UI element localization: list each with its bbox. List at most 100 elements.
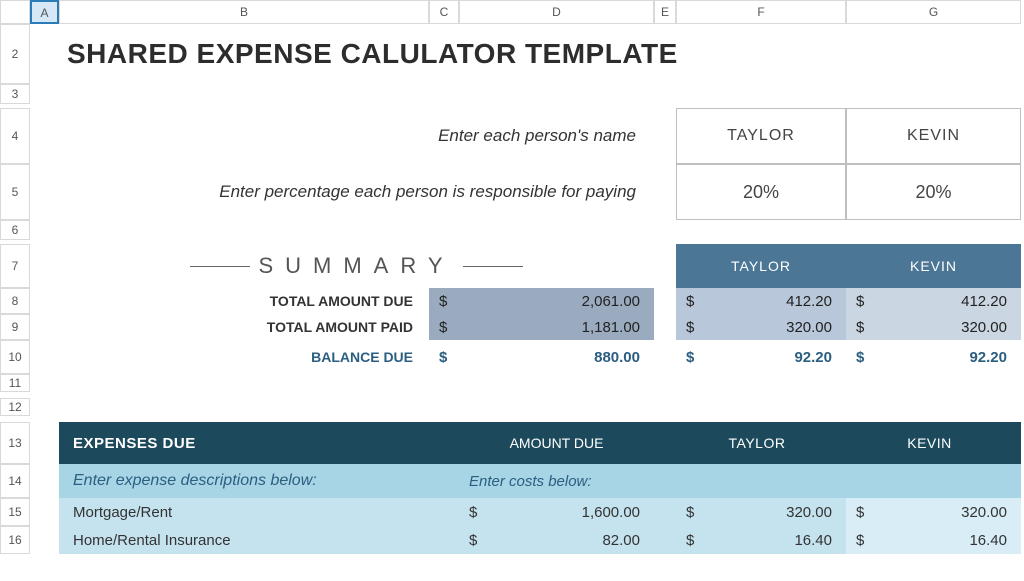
currency-symbol: $ — [469, 532, 477, 549]
expenses-col-person-1: KEVIN — [846, 422, 1021, 464]
expense-row-1-amount-value: 82.00 — [602, 532, 640, 549]
cell-E5[interactable] — [654, 164, 676, 220]
cell-A16[interactable] — [30, 526, 59, 554]
currency-symbol: $ — [856, 532, 864, 549]
cell-E14 — [654, 464, 676, 498]
summary-col-person-1: KEVIN — [846, 244, 1021, 288]
summary-col-person-0: TAYLOR — [676, 244, 846, 288]
cell-E9[interactable] — [654, 314, 676, 340]
row-header-7[interactable]: 7 — [0, 244, 30, 288]
currency-symbol: $ — [439, 319, 447, 336]
col-header-G[interactable]: G — [846, 0, 1021, 24]
col-header-C[interactable]: C — [429, 0, 459, 24]
cell-E7[interactable] — [654, 244, 676, 288]
amount-due-header: AMOUNT DUE — [459, 422, 654, 464]
instruction-percentages: Enter percentage each person is responsi… — [59, 164, 654, 220]
cell-A8[interactable] — [30, 288, 59, 314]
expense-row-0-desc[interactable]: Mortgage/Rent — [59, 498, 459, 526]
currency-symbol: $ — [469, 504, 477, 521]
spacer-row-3 — [30, 84, 1021, 104]
cell-G14[interactable] — [846, 464, 1021, 498]
cell-E4[interactable] — [654, 108, 676, 164]
instruction-names: Enter each person's name — [59, 108, 654, 164]
col-header-A[interactable]: A — [30, 0, 59, 24]
currency-symbol: $ — [856, 319, 864, 336]
col-header-D[interactable]: D — [459, 0, 654, 24]
row-header-11[interactable]: 11 — [0, 374, 30, 392]
person-1-paid[interactable]: $ 320.00 — [846, 314, 1021, 340]
cell-A15[interactable] — [30, 498, 59, 526]
expenses-header: EXPENSES DUE — [59, 422, 459, 464]
cell-A9[interactable] — [30, 314, 59, 340]
expenses-col-person-0: TAYLOR — [676, 422, 846, 464]
cell-A2[interactable] — [30, 24, 59, 84]
person-0-paid[interactable]: $ 320.00 — [676, 314, 846, 340]
person-1-balance-value: 92.20 — [969, 349, 1007, 366]
person-percent-1[interactable]: 20% — [846, 164, 1021, 220]
row-header-3[interactable]: 3 — [0, 84, 30, 104]
row-header-8[interactable]: 8 — [0, 288, 30, 314]
row-header-4[interactable]: 4 — [0, 108, 30, 164]
row-header-13[interactable]: 13 — [0, 422, 30, 464]
cell-F14[interactable] — [676, 464, 846, 498]
person-0-balance[interactable]: $ 92.20 — [676, 340, 846, 374]
balance-due-amount[interactable]: $ 880.00 — [429, 340, 654, 374]
row-header-6[interactable]: 6 — [0, 220, 30, 240]
row-header-5[interactable]: 5 — [0, 164, 30, 220]
instruction-expense-desc: Enter expense descriptions below: — [59, 464, 459, 498]
row-header-10[interactable]: 10 — [0, 340, 30, 374]
cell-E13 — [654, 422, 676, 464]
col-header-B[interactable]: B — [59, 0, 429, 24]
expense-row-0-p0-value: 320.00 — [786, 504, 832, 521]
cell-A14[interactable] — [30, 464, 59, 498]
person-1-due-value: 412.20 — [961, 293, 1007, 310]
person-0-balance-value: 92.20 — [794, 349, 832, 366]
cell-A10[interactable] — [30, 340, 59, 374]
expense-row-0-amount[interactable]: $ 1,600.00 — [459, 498, 654, 526]
expense-row-0-p1[interactable]: $ 320.00 — [846, 498, 1021, 526]
row-header-16[interactable]: 16 — [0, 526, 30, 554]
summary-heading-text: SUMMARY — [250, 253, 462, 279]
col-header-F[interactable]: F — [676, 0, 846, 24]
person-percent-0[interactable]: 20% — [676, 164, 846, 220]
person-0-paid-value: 320.00 — [786, 319, 832, 336]
person-1-due[interactable]: $ 412.20 — [846, 288, 1021, 314]
row-header-15[interactable]: 15 — [0, 498, 30, 526]
cell-A4[interactable] — [30, 108, 59, 164]
expense-row-1-p0[interactable]: $ 16.40 — [676, 526, 846, 554]
row-header-14[interactable]: 14 — [0, 464, 30, 498]
expense-row-0-amount-value: 1,600.00 — [582, 504, 640, 521]
person-name-1[interactable]: KEVIN — [846, 108, 1021, 164]
person-0-due[interactable]: $ 412.20 — [676, 288, 846, 314]
person-1-balance[interactable]: $ 92.20 — [846, 340, 1021, 374]
currency-symbol: $ — [439, 349, 447, 366]
row-header-2[interactable]: 2 — [0, 24, 30, 84]
cell-E10[interactable] — [654, 340, 676, 374]
cell-A7[interactable] — [30, 244, 59, 288]
summary-heading: SUMMARY — [59, 244, 654, 288]
expense-row-0-p0[interactable]: $ 320.00 — [676, 498, 846, 526]
cell-A13[interactable] — [30, 422, 59, 464]
balance-due-value: 880.00 — [594, 349, 640, 366]
cell-E8[interactable] — [654, 288, 676, 314]
total-paid-value: 1,181.00 — [582, 319, 640, 336]
expense-row-1-amount[interactable]: $ 82.00 — [459, 526, 654, 554]
expense-row-1-desc[interactable]: Home/Rental Insurance — [59, 526, 459, 554]
row-header-12[interactable]: 12 — [0, 398, 30, 416]
instruction-expense-cost: Enter costs below: — [459, 464, 654, 498]
select-all-corner[interactable] — [0, 0, 30, 24]
col-header-E[interactable]: E — [654, 0, 676, 24]
cell-E15 — [654, 498, 676, 526]
row-header-9[interactable]: 9 — [0, 314, 30, 340]
currency-symbol: $ — [856, 293, 864, 310]
cell-A5[interactable] — [30, 164, 59, 220]
currency-symbol: $ — [686, 319, 694, 336]
total-due-amount[interactable]: $ 2,061.00 — [429, 288, 654, 314]
total-paid-amount[interactable]: $ 1,181.00 — [429, 314, 654, 340]
person-name-0[interactable]: TAYLOR — [676, 108, 846, 164]
expense-row-1-p1[interactable]: $ 16.40 — [846, 526, 1021, 554]
currency-symbol: $ — [686, 532, 694, 549]
currency-symbol: $ — [856, 504, 864, 521]
spreadsheet-grid[interactable]: A B C D E F G 2 SHARED EXPENSE CALULATOR… — [0, 0, 1024, 554]
label-total-due: TOTAL AMOUNT DUE — [59, 288, 429, 314]
